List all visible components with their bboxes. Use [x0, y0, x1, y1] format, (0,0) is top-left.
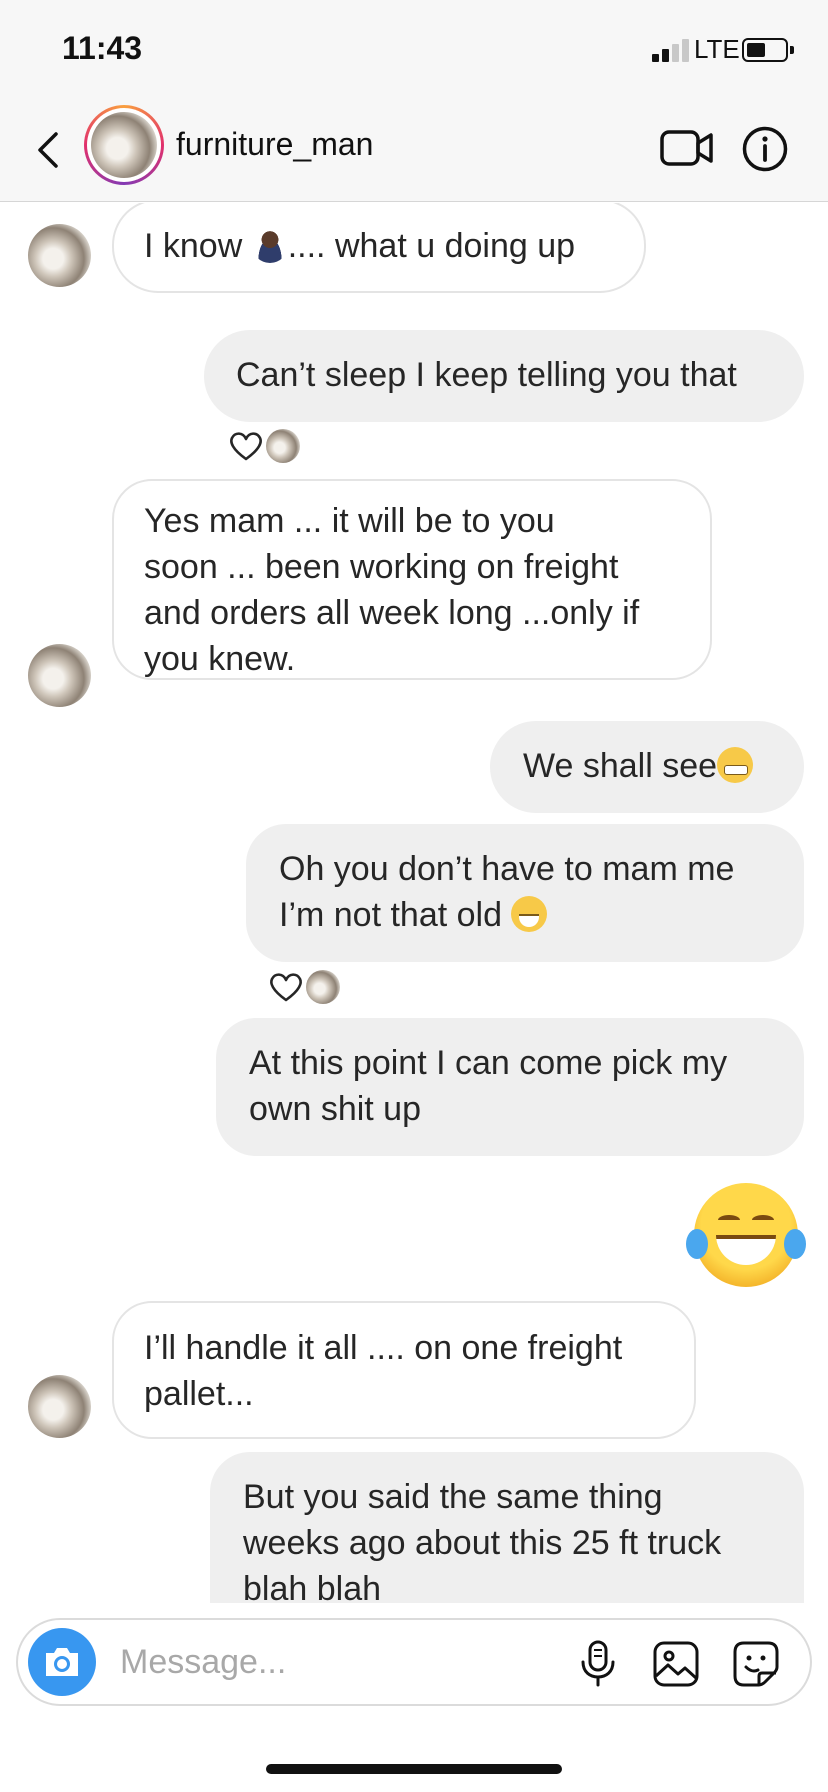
battery-icon [742, 38, 788, 62]
chat-header: furniture_man [0, 100, 828, 202]
message-bubble-outgoing[interactable]: At this point I can come pick my own shi… [216, 1018, 804, 1156]
tears-of-joy-emoji[interactable] [686, 1183, 806, 1287]
conversation-username[interactable]: furniture_man [176, 126, 373, 163]
video-camera-icon[interactable] [660, 126, 714, 170]
message-bubble-incoming[interactable]: I know .... what u doing up [112, 203, 646, 293]
message-line: blah blah [243, 1570, 382, 1603]
battery-tip [790, 46, 794, 54]
camera-icon [46, 1648, 78, 1676]
message-text: Can’t sleep I keep telling you that [236, 356, 737, 394]
message-line: I’ll handle it all .... on one freight [144, 1329, 623, 1367]
message-text: I know [144, 227, 252, 265]
message-bubble-outgoing[interactable]: Oh you don’t have to mam me I’m not that… [246, 824, 804, 962]
image-icon[interactable] [652, 1640, 700, 1688]
signal-strength-icon [652, 38, 692, 62]
message-line: Yes mam ... it will be to you [144, 502, 555, 540]
tears-of-joy-emoji [511, 896, 548, 932]
message-line: Oh you don’t have to mam me [279, 850, 735, 888]
reaction-avatar [266, 429, 300, 463]
message-line: weeks ago about this 25 ft truck [243, 1524, 722, 1562]
message-line: soon ... been working on freight [144, 548, 619, 586]
heart-icon [230, 432, 262, 461]
reaction-avatar [306, 970, 340, 1004]
avatar[interactable] [28, 644, 91, 707]
message-input[interactable] [120, 1638, 480, 1686]
message-bubble-outgoing[interactable]: But you said the same thing weeks ago ab… [210, 1452, 804, 1603]
message-line: you knew. [144, 640, 296, 678]
message-bubble-incoming[interactable]: Yes mam ... it will be to you soon ... b… [112, 479, 712, 680]
message-thread[interactable]: I know .... what u doing up Can’t sleep … [0, 203, 828, 1603]
message-line: At this point I can come pick my [249, 1044, 728, 1082]
message-reaction[interactable] [228, 427, 308, 465]
heart-icon [270, 973, 302, 1002]
sticker-icon[interactable] [732, 1640, 780, 1688]
status-time: 11:43 [62, 30, 143, 66]
message-line: and orders all week long ...only if [144, 594, 640, 632]
grimacing-face-emoji [717, 747, 754, 783]
chevron-left-icon[interactable] [34, 130, 64, 170]
message-text: .... what u doing up [287, 227, 576, 265]
person-bowing-emoji [251, 227, 288, 263]
camera-button[interactable] [28, 1628, 96, 1696]
home-indicator[interactable] [266, 1764, 562, 1774]
message-text: We shall see [523, 747, 718, 785]
network-type: LTE [694, 34, 740, 64]
message-line: But you said the same thing [243, 1478, 663, 1516]
message-reaction[interactable] [268, 968, 348, 1006]
message-bubble-outgoing[interactable]: We shall see [490, 721, 804, 813]
microphone-icon[interactable] [578, 1640, 618, 1688]
avatar[interactable] [84, 105, 164, 185]
avatar[interactable] [28, 1375, 91, 1438]
message-composer [16, 1618, 812, 1706]
message-bubble-incoming[interactable]: I’ll handle it all .... on one freight p… [112, 1301, 696, 1439]
avatar[interactable] [28, 224, 91, 287]
message-line: own shit up [249, 1090, 421, 1128]
message-bubble-outgoing[interactable]: Can’t sleep I keep telling you that [204, 330, 804, 422]
info-icon[interactable] [742, 126, 788, 172]
status-bar: 11:43 LTE [0, 0, 828, 100]
message-line: I’m not that old [279, 896, 512, 934]
message-line: pallet... [144, 1375, 254, 1413]
